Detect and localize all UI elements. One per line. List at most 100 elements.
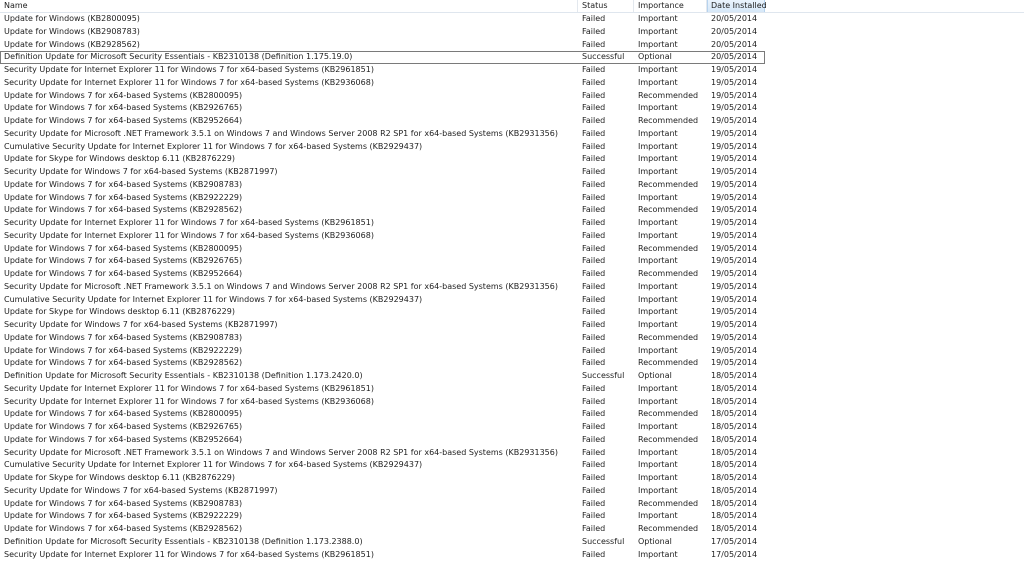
table-row[interactable]: Update for Windows 7 for x64-based Syste… (0, 90, 1024, 103)
status-cell: Failed (582, 434, 606, 444)
status-cell: Failed (582, 256, 606, 266)
importance-cell: Important (638, 320, 678, 329)
importance-cell: Recommended (638, 205, 699, 215)
table-row[interactable]: Update for Windows 7 for x64-based Syste… (0, 332, 1024, 345)
table-row[interactable]: Cumulative Security Update for Internet … (0, 294, 1024, 307)
importance-cell: Recommended (638, 269, 699, 278)
date-installed-cell: 19/05/2014 (711, 345, 758, 355)
table-row[interactable]: Security Update for Internet Explorer 11… (0, 77, 1024, 90)
update-name-cell: Definition Update for Microsoft Security… (4, 371, 363, 380)
table-row[interactable]: Security Update for Windows 7 for x64-ba… (0, 166, 1024, 179)
status-cell: Failed (582, 409, 606, 419)
table-row[interactable]: Update for Windows 7 for x64-based Syste… (0, 357, 1024, 370)
table-row[interactable]: Update for Windows 7 for x64-based Syste… (0, 192, 1024, 205)
importance-cell: Important (638, 128, 678, 138)
date-installed-cell: 19/05/2014 (711, 154, 758, 164)
table-row[interactable]: Definition Update for Microsoft Security… (0, 536, 1024, 549)
importance-cell: Important (638, 39, 678, 49)
table-row[interactable]: Update for Windows (KB2800095) Failed Impo… (0, 13, 1024, 26)
status-cell: Failed (582, 141, 606, 151)
status-cell: Failed (582, 39, 606, 49)
update-name-cell: Security Update for Microsoft .NET Frame… (4, 447, 558, 457)
table-row[interactable]: Security Update for Internet Explorer 11… (0, 396, 1024, 409)
column-header-importance[interactable]: Importance (634, 0, 707, 12)
table-row[interactable]: Security Update for Internet Explorer 11… (0, 383, 1024, 396)
importance-cell: Important (638, 65, 678, 74)
update-name-cell: Update for Windows 7 for x64-based Syste… (4, 243, 243, 253)
date-installed-cell: 19/05/2014 (711, 332, 758, 342)
table-row[interactable]: Update for Windows 7 for x64-based Syste… (0, 255, 1024, 268)
table-row[interactable]: Update for Windows 7 for x64-based Syste… (0, 179, 1024, 192)
table-row[interactable]: Update for Windows 7 for x64-based Syste… (0, 243, 1024, 256)
date-installed-cell: 19/05/2014 (711, 77, 758, 87)
table-row[interactable]: Update for Windows 7 for x64-based Syste… (0, 498, 1024, 511)
date-installed-cell: 20/05/2014 (711, 39, 758, 49)
column-header-date-installed[interactable]: Date Installed (707, 0, 767, 12)
table-row[interactable]: Update for Skype for Windows desktop 6.1… (0, 472, 1024, 485)
table-row[interactable]: Security Update for Internet Explorer 11… (0, 64, 1024, 77)
table-row[interactable]: Cumulative Security Update for Internet … (0, 141, 1024, 154)
table-row[interactable]: Definition Update for Microsoft Security… (0, 370, 1024, 383)
status-cell: Successful (582, 536, 625, 546)
update-name-cell: Update for Skype for Windows desktop 6.1… (4, 307, 235, 317)
table-row[interactable]: Update for Windows 7 for x64-based Syste… (0, 421, 1024, 434)
table-row[interactable]: Update for Windows 7 for x64-based Syste… (0, 204, 1024, 217)
column-header-status[interactable]: Status (578, 0, 634, 12)
table-row[interactable]: Security Update for Internet Explorer 11… (0, 230, 1024, 243)
update-name-cell: Update for Windows 7 for x64-based Syste… (4, 116, 243, 125)
update-name-cell: Definition Update for Microsoft Security… (4, 536, 363, 546)
status-cell: Failed (582, 179, 606, 189)
importance-cell: Important (638, 345, 678, 355)
status-cell: Failed (582, 14, 606, 23)
importance-cell: Important (638, 511, 678, 521)
date-installed-cell: 19/05/2014 (711, 218, 758, 227)
importance-cell: Recommended (638, 498, 699, 508)
date-installed-cell: 18/05/2014 (711, 383, 758, 393)
table-row[interactable]: Update for Skype for Windows desktop 6.1… (0, 153, 1024, 166)
table-row[interactable]: Security Update for Microsoft .NET Frame… (0, 128, 1024, 141)
update-name-cell: Update for Windows 7 for x64-based Syste… (4, 103, 243, 113)
importance-cell: Recommended (638, 409, 699, 419)
date-installed-cell: 19/05/2014 (711, 320, 758, 329)
update-name-cell: Cumulative Security Update for Internet … (4, 460, 423, 470)
importance-cell: Recommended (638, 524, 699, 533)
importance-cell: Important (638, 447, 678, 457)
table-row[interactable]: Update for Windows (KB2928562) Failed Impo… (0, 39, 1024, 52)
importance-cell: Important (638, 396, 678, 406)
table-row[interactable]: Update for Skype for Windows desktop 6.1… (0, 306, 1024, 319)
column-header-name[interactable]: Name (0, 0, 578, 12)
table-row[interactable]: Security Update for Microsoft .NET Frame… (0, 447, 1024, 460)
update-name-cell: Security Update for Microsoft .NET Frame… (4, 281, 558, 291)
table-row[interactable]: Update for Windows 7 for x64-based Syste… (0, 102, 1024, 115)
update-name-cell: Update for Windows 7 for x64-based Syste… (4, 422, 243, 431)
table-row[interactable]: Update for Windows (KB2908783) Failed Impo… (0, 26, 1024, 39)
status-cell: Failed (582, 396, 606, 406)
update-name-cell: Update for Windows 7 for x64-based Syste… (4, 511, 243, 521)
table-row[interactable]: Update for Windows 7 for x64-based Syste… (0, 523, 1024, 536)
update-name-cell: Security Update for Windows 7 for x64-ba… (4, 167, 278, 176)
date-installed-cell: 20/05/2014 (711, 26, 758, 36)
table-row[interactable]: Update for Windows 7 for x64-based Syste… (0, 510, 1024, 523)
table-row[interactable]: Security Update for Internet Explorer 11… (0, 217, 1024, 230)
status-cell: Failed (582, 90, 606, 100)
status-cell: Failed (582, 358, 606, 368)
table-row[interactable]: Update for Windows 7 for x64-based Syste… (0, 434, 1024, 447)
date-installed-cell: 18/05/2014 (711, 409, 758, 419)
update-name-cell: Update for Windows 7 for x64-based Syste… (4, 358, 243, 368)
update-name-cell: Update for Skype for Windows desktop 6.1… (4, 154, 235, 164)
importance-cell: Important (638, 422, 678, 431)
update-name-cell: Update for Windows 7 for x64-based Syste… (4, 524, 243, 533)
table-row[interactable]: Cumulative Security Update for Internet … (0, 459, 1024, 472)
table-row[interactable]: Update for Windows 7 for x64-based Syste… (0, 345, 1024, 358)
table-row[interactable]: Security Update for Windows 7 for x64-ba… (0, 319, 1024, 332)
table-row[interactable]: Update for Windows 7 for x64-based Syste… (0, 115, 1024, 128)
table-row[interactable]: Update for Windows 7 for x64-based Syste… (0, 408, 1024, 421)
status-cell: Failed (582, 218, 606, 227)
status-cell: Failed (582, 460, 606, 470)
table-row[interactable]: Update for Windows 7 for x64-based Syste… (0, 268, 1024, 281)
date-installed-cell: 18/05/2014 (711, 511, 758, 521)
table-row[interactable]: Security Update for Windows 7 for x64-ba… (0, 485, 1024, 498)
table-row[interactable]: Security Update for Microsoft .NET Frame… (0, 281, 1024, 294)
table-row[interactable]: Definition Update for Microsoft Security… (0, 51, 765, 64)
table-row[interactable]: Security Update for Internet Explorer 11… (0, 549, 1024, 562)
